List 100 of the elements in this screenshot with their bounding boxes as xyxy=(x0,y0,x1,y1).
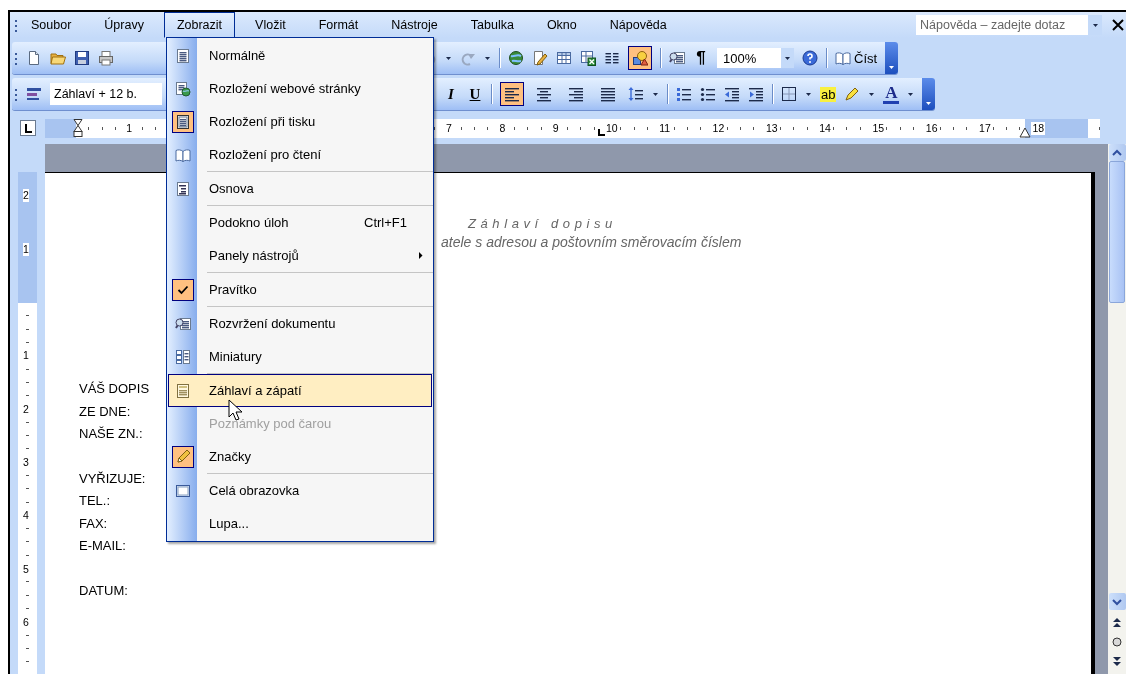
underline-button[interactable]: U xyxy=(467,85,483,103)
field-label: NAŠE ZN.: xyxy=(79,425,143,443)
page-icon xyxy=(175,382,191,399)
ruler-number: 6 xyxy=(23,615,29,629)
ruler-number: 5 xyxy=(23,562,29,576)
caret-icon xyxy=(445,55,452,61)
menu-item[interactable]: Značky xyxy=(168,440,432,473)
caret-icon xyxy=(805,91,812,97)
field-label: DATUM: xyxy=(79,581,128,600)
ruler-number: 16 xyxy=(924,121,939,135)
menu-title[interactable]: Tabulka xyxy=(457,12,527,38)
italic-button[interactable]: I xyxy=(443,85,459,103)
menu-item[interactable]: Celá obrazovka xyxy=(168,474,432,507)
align-button[interactable] xyxy=(500,82,524,106)
menu-item[interactable]: Miniatury xyxy=(168,340,432,373)
tab-stop-icon xyxy=(597,127,606,137)
grip-icon xyxy=(14,17,18,33)
menu-title[interactable]: Soubor xyxy=(18,12,85,38)
caret-icon xyxy=(1091,22,1099,28)
font-color-button[interactable]: A xyxy=(883,84,900,104)
menu-item[interactable]: Rozvržení dokumentu xyxy=(168,307,432,340)
field-label: VYŘIZUJE: xyxy=(79,469,146,488)
tab-stop-icon xyxy=(19,120,36,136)
scrollbar[interactable] xyxy=(1108,144,1126,674)
show-marks-button[interactable]: ¶ xyxy=(693,48,709,68)
lines-icon xyxy=(600,86,616,102)
help-icon xyxy=(802,50,818,66)
indent-icon xyxy=(748,86,764,102)
menu-item[interactable]: Lupa... xyxy=(168,507,432,540)
document-map-icon xyxy=(175,315,191,332)
ruler-number: 2 xyxy=(23,402,29,416)
ruler-number: 12 xyxy=(711,121,726,135)
menu-item[interactable]: Pravítko xyxy=(168,273,432,306)
zoom-box[interactable]: 100% xyxy=(717,48,781,68)
caret-icon xyxy=(784,55,791,61)
pen-icon xyxy=(844,86,861,102)
menu-title[interactable]: Nápověda xyxy=(596,12,680,38)
ruler-number: 8 xyxy=(498,121,507,135)
close-icon xyxy=(1110,17,1126,33)
menu-title[interactable]: Nástroje xyxy=(378,12,451,38)
caret-icon xyxy=(652,91,659,97)
spreadsheet-icon xyxy=(580,50,596,66)
menu-item[interactable]: Podokno úloh Ctrl+F1 xyxy=(168,206,432,239)
toolbar-options-button[interactable] xyxy=(922,78,936,110)
menu-item[interactable]: Normálně xyxy=(168,39,432,72)
thumbnails-icon xyxy=(175,348,191,365)
page-icon xyxy=(175,47,191,64)
book-icon xyxy=(175,146,191,163)
edit-page-icon xyxy=(532,50,548,66)
menu-item[interactable]: Záhlaví a zápatí xyxy=(168,374,432,407)
caret-icon xyxy=(925,101,933,106)
line-spacing-icon xyxy=(628,86,644,102)
ruler-number: 10 xyxy=(605,121,619,135)
table-icon xyxy=(556,50,572,66)
shortcut-label: Ctrl+F1 xyxy=(364,215,407,230)
new-document-icon xyxy=(26,50,42,66)
scroll-up-button[interactable] xyxy=(1108,144,1126,161)
menu-title[interactable]: Formát xyxy=(305,12,372,38)
printer-icon xyxy=(98,50,114,66)
menu-item[interactable]: Panely nástrojů xyxy=(168,239,432,272)
border-icon xyxy=(781,86,797,102)
menu-item[interactable]: Rozložení pro čtení xyxy=(168,138,432,171)
ruler-number: 9 xyxy=(551,121,560,135)
drawing-button[interactable] xyxy=(628,46,652,70)
toolbar-options-button[interactable] xyxy=(885,42,899,74)
ruler-number: 11 xyxy=(658,121,672,135)
field-label: E-MAIL: xyxy=(79,537,126,555)
style-box[interactable]: Záhlaví + 12 b. xyxy=(50,83,162,105)
ruler-margin xyxy=(45,118,76,138)
lines-icon xyxy=(504,86,520,102)
menu-title[interactable]: Úpravy xyxy=(91,12,157,38)
ruler-number: 15 xyxy=(871,121,886,135)
outline-icon xyxy=(175,180,191,197)
scroll-thumb[interactable] xyxy=(1109,161,1125,303)
shapes-icon xyxy=(632,50,648,66)
lines-icon xyxy=(568,86,584,102)
menu-item[interactable]: Rozložení při tisku xyxy=(168,105,432,138)
menu-title[interactable]: Vložit xyxy=(242,12,299,38)
caret-icon xyxy=(484,55,491,61)
menu-item[interactable]: Rozložení webové stránky xyxy=(168,72,432,105)
read-button[interactable]: Číst xyxy=(854,50,878,66)
highlight-button[interactable]: ab xyxy=(820,86,837,102)
field-label: FAX: xyxy=(79,514,108,533)
book-icon xyxy=(835,50,851,66)
ruler-number: 17 xyxy=(978,121,992,135)
menu-item[interactable]: Osnova xyxy=(168,172,432,205)
scroll-down-button[interactable] xyxy=(1108,593,1126,610)
field-label: TEL.: xyxy=(79,492,111,510)
caret-icon xyxy=(868,91,876,97)
grip-icon xyxy=(14,50,18,66)
ruler-number: 7 xyxy=(445,121,453,135)
screen-icon xyxy=(175,482,191,499)
globe-icon xyxy=(508,50,524,66)
menu-title[interactable]: Okno xyxy=(533,12,590,38)
save-icon xyxy=(74,50,90,66)
menu-title[interactable]: Zobrazit xyxy=(163,12,236,38)
field-label: ZE DNE: xyxy=(79,402,131,421)
ruler-number: 3 xyxy=(23,455,29,469)
document-map-icon xyxy=(669,50,685,66)
help-search-field[interactable]: Nápověda – zadejte dotaz xyxy=(916,15,1088,35)
